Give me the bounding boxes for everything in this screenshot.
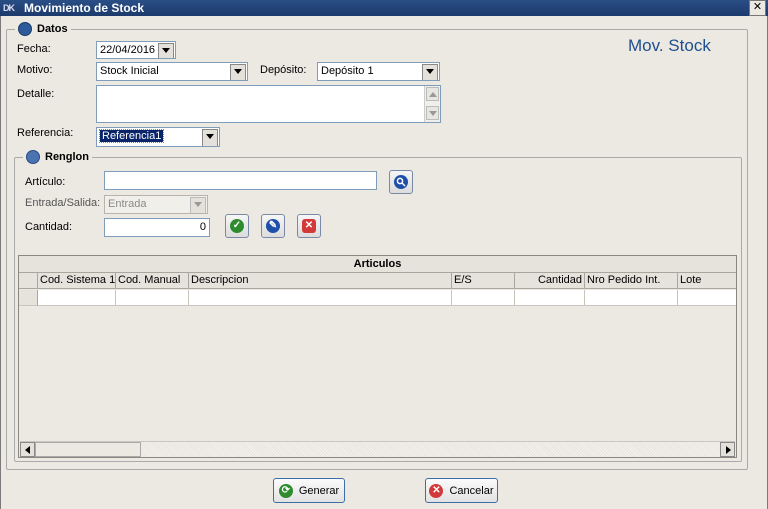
window-title: Movimiento de Stock (24, 1, 145, 15)
entrada-salida-select[interactable]: Entrada (104, 195, 208, 214)
checkmark-icon: ✓ (230, 219, 244, 233)
motivo-select[interactable]: Stock Inicial (96, 62, 248, 81)
cantidad-input[interactable]: 0 (104, 218, 210, 237)
fecha-value: 22/04/2016 (100, 44, 156, 56)
referencia-value: Referencia1 (98, 129, 165, 143)
deposito-label: Depósito: (260, 64, 307, 76)
edit-renglon-button[interactable]: ✎ (261, 214, 285, 238)
cantidad-value: 0 (199, 221, 206, 233)
mov-stock-heading: Mov. Stock (628, 36, 711, 55)
motivo-value: Stock Inicial (100, 65, 159, 77)
fecha-date-picker[interactable]: 22/04/2016 (96, 41, 176, 59)
deposito-value: Depósito 1 (321, 65, 374, 77)
app-logo-icon: DK (3, 3, 15, 13)
cancel-icon: ✕ (429, 483, 444, 498)
delete-icon: ✕ (302, 219, 316, 233)
datos-legend-label: Datos (37, 23, 68, 35)
grid-header-descripcion[interactable]: Descripcion (189, 273, 452, 289)
save-disk-icon (18, 22, 32, 36)
scroll-right-icon[interactable] (720, 442, 735, 457)
articulo-label: Artículo: (25, 176, 66, 188)
renglon-legend: Renglon (23, 150, 92, 164)
grid-cell[interactable] (515, 290, 585, 306)
grid-header-nro-pedido[interactable]: Nro Pedido Int. (585, 273, 678, 289)
entrada-salida-value: Entrada (108, 198, 147, 210)
datos-legend: Datos (15, 22, 71, 36)
detalle-label: Detalle: (17, 88, 55, 100)
search-icon (394, 175, 408, 189)
cantidad-label: Cantidad: (25, 221, 73, 233)
grid-cell[interactable] (585, 290, 678, 306)
scroll-up-icon[interactable] (426, 87, 439, 101)
window-title-bar: DK Movimiento de Stock ✕ (0, 0, 768, 16)
grid-corner-header (19, 273, 38, 289)
detalle-textarea[interactable] (96, 85, 441, 123)
grid-header-es[interactable]: E/S (452, 273, 515, 289)
scroll-down-icon[interactable] (426, 106, 439, 120)
grid-title: Articulos (19, 256, 736, 273)
delete-renglon-button[interactable]: ✕ (297, 214, 321, 238)
cancelar-label: Cancelar (449, 484, 494, 497)
generate-icon: ⟳ (278, 483, 293, 498)
grid-cell[interactable] (116, 290, 189, 306)
deposito-select[interactable]: Depósito 1 (317, 62, 440, 81)
grid-header-cantidad[interactable]: Cantidad (515, 273, 585, 289)
articulos-grid[interactable]: Articulos Cod. Sistema 1 Cod. Manual Des… (18, 255, 737, 458)
referencia-label: Referencia: (17, 127, 74, 139)
scroll-thumb[interactable] (35, 442, 141, 457)
grid-header-cod-sistema[interactable]: Cod. Sistema 1 (38, 273, 116, 289)
chevron-down-icon[interactable] (422, 64, 438, 80)
motivo-label: Motivo: (17, 64, 53, 76)
chevron-down-icon[interactable] (158, 43, 174, 58)
chevron-down-icon[interactable] (202, 129, 218, 146)
box-icon (26, 150, 40, 164)
generar-label: Generar (298, 484, 340, 497)
grid-cell[interactable] (452, 290, 515, 306)
grid-cell[interactable] (189, 290, 452, 306)
pencil-icon: ✎ (266, 219, 280, 233)
search-articulo-button[interactable] (389, 170, 413, 194)
grid-header-cod-manual[interactable]: Cod. Manual (116, 273, 189, 289)
scroll-left-icon[interactable] (20, 442, 35, 457)
detalle-scrollbar[interactable] (424, 86, 440, 122)
grid-header-lote[interactable]: Lote (678, 273, 736, 289)
generar-button[interactable]: ⟳ Generar (273, 478, 345, 503)
grid-horizontal-scrollbar[interactable] (20, 441, 735, 457)
entrada-salida-label: Entrada/Salida: (25, 197, 101, 209)
grid-row-indicator[interactable] (19, 290, 38, 306)
fecha-label: Fecha: (17, 43, 51, 55)
renglon-legend-label: Renglon (45, 151, 89, 163)
grid-cell[interactable] (678, 290, 736, 306)
close-icon[interactable]: ✕ (749, 0, 766, 16)
chevron-down-icon[interactable] (230, 64, 246, 80)
articulo-input[interactable] (104, 171, 377, 190)
referencia-select[interactable]: Referencia1 (96, 127, 220, 147)
cancelar-button[interactable]: ✕ Cancelar (425, 478, 498, 503)
chevron-down-icon[interactable] (190, 197, 206, 213)
grid-cell[interactable] (38, 290, 116, 306)
confirm-renglon-button[interactable]: ✓ (225, 214, 249, 238)
